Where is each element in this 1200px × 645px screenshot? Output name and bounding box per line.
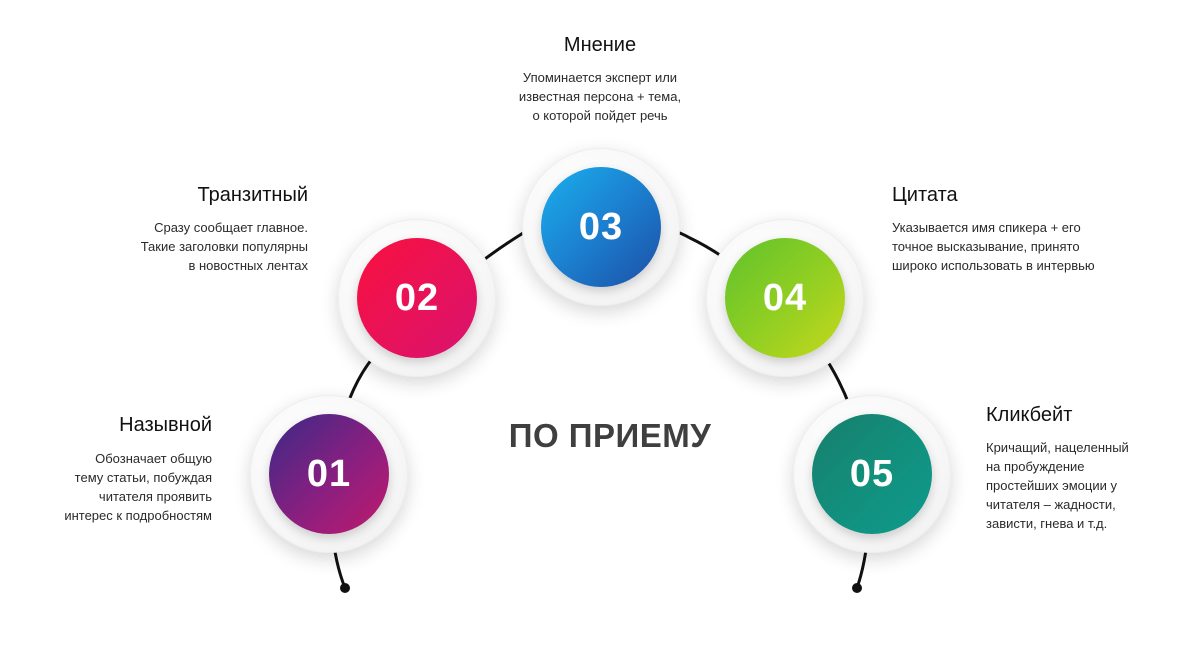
- step-03-description: Упоминается эксперт или известная персон…: [470, 68, 730, 125]
- step-02-desc-line: Такие заголовки популярны: [140, 239, 308, 254]
- step-03-badge: 03: [541, 167, 661, 287]
- step-02-desc-line: в новостных лентах: [188, 258, 308, 273]
- step-03-desc-line: о которой пойдет речь: [532, 108, 668, 123]
- arc-end-dot-left: [340, 583, 350, 593]
- step-01-desc-line: интерес к подробностям: [64, 508, 212, 523]
- step-05-desc-line: Кричащий, нацеленный: [986, 440, 1129, 455]
- step-04-badge: 04: [725, 238, 845, 358]
- step-02-circle: 02: [338, 219, 496, 377]
- step-03-desc-line: Упоминается эксперт или: [522, 70, 678, 85]
- step-03-title: Мнение: [563, 34, 637, 56]
- step-02-title: Транзитный: [197, 184, 308, 206]
- step-04-title: Цитата: [892, 184, 958, 206]
- step-05-description: Кричащий, нацеленный на пробуждение прос…: [986, 438, 1186, 533]
- step-03-desc-line: известная персона + тема,: [518, 89, 682, 104]
- step-04-desc-line: широко использовать в интервью: [892, 258, 1095, 273]
- step-02-description: Сразу сообщает главное. Такие заголовки …: [88, 218, 308, 275]
- arc-end-dot-right: [852, 583, 862, 593]
- step-01-desc-line: Обозначает общую: [95, 451, 212, 466]
- step-05-title: Кликбейт: [986, 404, 1073, 426]
- step-04-desc-line: точное высказывание, принято: [892, 239, 1080, 254]
- step-02-badge: 02: [357, 238, 477, 358]
- step-05-desc-line: простейших эмоции у: [986, 478, 1117, 493]
- step-01-title: Назывной: [119, 414, 212, 436]
- step-04-description: Указывается имя спикера + его точное выс…: [892, 218, 1152, 275]
- step-04-desc-line: Указывается имя спикера + его: [892, 220, 1081, 235]
- step-01-desc-line: читателя проявить: [98, 489, 212, 504]
- step-03-circle: 03: [522, 148, 680, 306]
- step-02-desc-line: Сразу сообщает главное.: [154, 220, 308, 235]
- step-01-desc-line: тему статьи, побуждая: [74, 470, 212, 485]
- step-01-description: Обозначает общую тему статьи, побуждая ч…: [0, 449, 212, 525]
- step-05-desc-line: читателя – жадности,: [986, 497, 1116, 512]
- step-05-desc-line: зависти, гнева и т.д.: [986, 516, 1108, 531]
- step-04-circle: 04: [706, 219, 864, 377]
- step-05-desc-line: на пробуждение: [986, 459, 1085, 474]
